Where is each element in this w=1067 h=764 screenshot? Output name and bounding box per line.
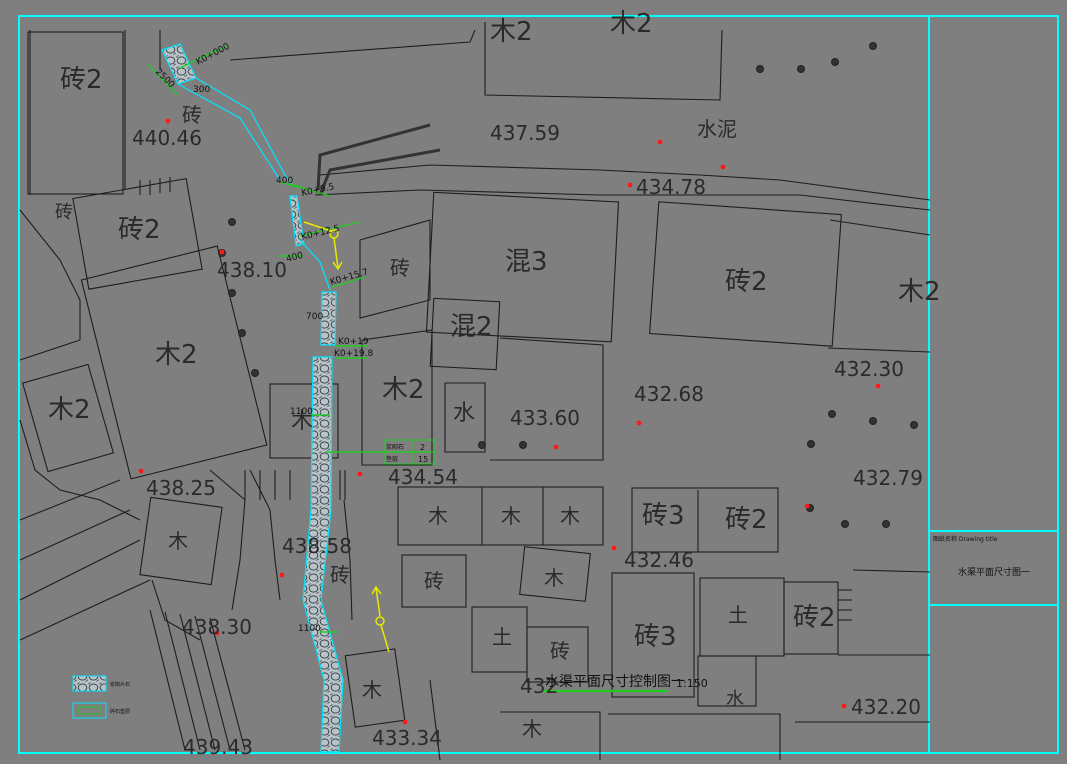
bldg-label: 砖2: [725, 505, 768, 535]
titleblock-name: 水渠平面尺寸图一: [958, 566, 1030, 578]
legend-swatches: [72, 675, 107, 719]
elevation-label: 434.78: [636, 175, 706, 199]
area-label: 水泥: [697, 117, 737, 141]
title-block: 图纸名称 Drawing title 水渠平面尺寸图一: [933, 535, 1030, 578]
bldg-label: 木: [168, 529, 188, 553]
bldg-label: 木2: [48, 395, 91, 425]
station-k19: K0+19: [338, 337, 369, 347]
bldg-label: 砖2: [793, 603, 836, 633]
station-k15: K0+15.7: [329, 267, 369, 287]
elevation-label: 434.54: [388, 465, 458, 489]
retaining-wall: [316, 123, 441, 196]
elevation-label: 438.30: [182, 615, 252, 639]
svg-text:15: 15: [418, 455, 428, 464]
elevation-label: 437.59: [490, 121, 560, 145]
elevation-label: 439.43: [183, 735, 253, 759]
dimension-lines: [147, 44, 668, 693]
bldg-label: 砖: [55, 202, 73, 223]
bldg-label: 木: [501, 504, 521, 528]
bldg-label: 砖3: [634, 622, 677, 652]
station-k9: K0+9.5: [301, 182, 336, 199]
canal-channel: [161, 43, 344, 753]
station-k198: K0+19.8: [334, 349, 373, 359]
dim-1100a: 1100: [290, 407, 313, 417]
bldg-label: 木2: [610, 9, 653, 39]
titleblock-name-label: 图纸名称 Drawing title: [933, 535, 998, 543]
drawing-title: 水渠平面尺寸控制图一 1:150: [545, 674, 708, 690]
bldg-label: 水: [726, 689, 744, 710]
elevation-label: 438.58: [282, 534, 352, 558]
elevation-label: 438.25: [146, 476, 216, 500]
bldg-label: 砖2: [725, 267, 768, 297]
bldg-label: 混3: [505, 247, 548, 277]
legend-item-1: 浆砌片石: [110, 681, 130, 688]
bldg-label: 砖: [330, 563, 350, 587]
bldg-label: 木: [522, 717, 542, 741]
svg-text:垫层: 垫层: [386, 455, 398, 463]
bldg-label: 木: [362, 678, 382, 702]
bldg-label: 木: [560, 504, 580, 528]
elevation-label: 440.46: [132, 126, 202, 150]
svg-text:2: 2: [420, 443, 425, 452]
elevation-label: 432.79: [853, 466, 923, 490]
bldg-label: 土: [728, 603, 748, 627]
station-labels: K0+000 K0+9.5 K0+12.5 K0+15.7 K0+19 K0+1…: [195, 42, 374, 359]
bldg-label: 砖2: [118, 215, 161, 245]
station-k0: K0+000: [195, 42, 232, 68]
site-plan-drawing: 砖2 木2 木2 砖 砖2 木2 木2 砖 混3 砖2 木2 混2 木2 水 木…: [18, 9, 1059, 761]
terrain-hatching: [19, 177, 852, 751]
bldg-label: 砖: [424, 569, 444, 593]
svg-text:浆砌石: 浆砌石: [386, 443, 404, 451]
dim-400a: 400: [276, 176, 293, 186]
drawing-title-text: 水渠平面尺寸控制图一: [545, 674, 685, 690]
elevation-label: 438.10: [217, 258, 287, 282]
bldg-label: 木2: [155, 340, 198, 370]
dim-1100b: 1100: [298, 624, 321, 634]
legend-item-2: 碎石垫层: [110, 708, 130, 715]
dim-300: 300: [193, 85, 210, 95]
elevation-label: 432.46: [624, 548, 694, 572]
bldg-label: 木: [544, 566, 564, 590]
elevation-label: 433.34: [372, 726, 442, 750]
dim-700: 700: [306, 312, 323, 322]
bldg-label: 木2: [490, 17, 533, 47]
elevation-label: 432.20: [851, 695, 921, 719]
dim-400b: 400: [285, 251, 304, 265]
elevation-label: 432.30: [834, 357, 904, 381]
bldg-label: 砖: [390, 256, 410, 280]
bldg-label: 土: [492, 625, 512, 649]
elevation-label: 432.68: [634, 382, 704, 406]
bldg-label: 砖3: [642, 501, 685, 531]
material-table-text: 浆砌石 2 垫层 15: [386, 443, 428, 464]
bldg-label: 水: [453, 401, 475, 426]
bldg-label: 木2: [382, 375, 425, 405]
drawing-scale: 1:150: [676, 677, 708, 690]
bldg-label: 砖: [182, 103, 202, 127]
bldg-label: 木: [428, 504, 448, 528]
bldg-label: 木2: [898, 277, 941, 307]
elevation-label: 433.60: [510, 406, 580, 430]
bldg-label: 砖2: [60, 65, 103, 95]
bldg-label: 混2: [450, 312, 493, 342]
legend-labels: 浆砌片石 碎石垫层: [110, 681, 130, 715]
bldg-label: 砖: [550, 639, 570, 663]
